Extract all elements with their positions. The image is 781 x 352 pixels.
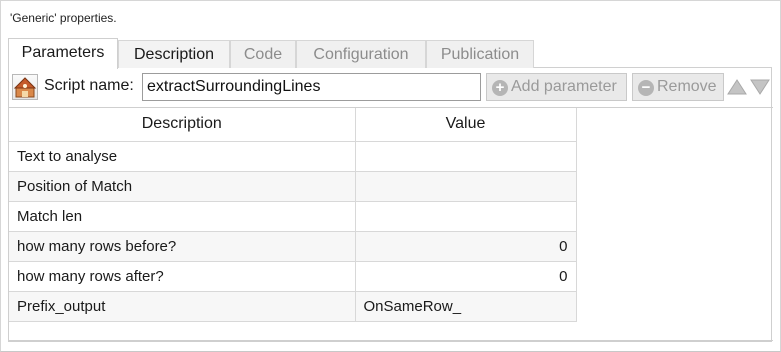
tab-publication[interactable]: Publication: [426, 40, 534, 68]
tab-bar: Parameters Description Code Configuratio…: [8, 38, 772, 69]
plus-circle-icon: +: [492, 80, 508, 96]
row-value[interactable]: OnSameRow_: [354, 290, 577, 322]
table-row[interactable]: how many rows after? 0: [9, 260, 577, 292]
minus-circle-icon: −: [638, 80, 654, 96]
script-name-input[interactable]: [142, 73, 481, 101]
row-description: how many rows after?: [9, 260, 356, 292]
table-row[interactable]: Prefix_output OnSameRow_: [9, 290, 577, 322]
parameters-grid: Description Value Text to analyse Positi…: [9, 107, 773, 341]
column-header-description[interactable]: Description: [9, 108, 356, 142]
parameters-toolbar: Script name: + Add parameter − Remove: [9, 72, 773, 102]
parameters-panel: Script name: + Add parameter − Remove De…: [8, 68, 773, 342]
parameters-table: Description Value Text to analyse Positi…: [9, 108, 577, 322]
tab-code[interactable]: Code: [230, 40, 296, 68]
tab-parameters[interactable]: Parameters: [8, 38, 118, 69]
move-up-button[interactable]: [727, 76, 747, 98]
tab-configuration[interactable]: Configuration: [296, 40, 426, 68]
remove-label: Remove: [657, 78, 717, 95]
script-icon[interactable]: [12, 74, 38, 100]
arrow-down-icon: [750, 79, 770, 95]
row-value[interactable]: 0: [354, 230, 577, 262]
window-title: 'Generic' properties.: [10, 11, 117, 25]
move-down-button[interactable]: [750, 76, 770, 98]
row-description: Match len: [9, 200, 356, 232]
row-value[interactable]: [354, 200, 577, 232]
table-row[interactable]: Text to analyse: [9, 140, 577, 172]
table-row[interactable]: how many rows before? 0: [9, 230, 577, 262]
table-row[interactable]: Position of Match: [9, 170, 577, 202]
row-value[interactable]: [354, 140, 577, 172]
row-description: Text to analyse: [9, 140, 356, 172]
row-description: Prefix_output: [9, 290, 356, 322]
arrow-up-icon: [727, 79, 747, 95]
tab-description[interactable]: Description: [118, 40, 230, 68]
row-description: how many rows before?: [9, 230, 356, 262]
row-value[interactable]: [354, 170, 577, 202]
column-header-value[interactable]: Value: [354, 108, 577, 142]
row-value[interactable]: 0: [354, 260, 577, 292]
table-row[interactable]: Match len: [9, 200, 577, 232]
row-description: Position of Match: [9, 170, 356, 202]
add-parameter-label: Add parameter: [511, 78, 617, 95]
add-parameter-button[interactable]: + Add parameter: [486, 73, 627, 101]
remove-button[interactable]: − Remove: [632, 73, 724, 101]
table-header-row: Description Value: [9, 108, 577, 142]
script-name-label: Script name:: [44, 77, 134, 94]
